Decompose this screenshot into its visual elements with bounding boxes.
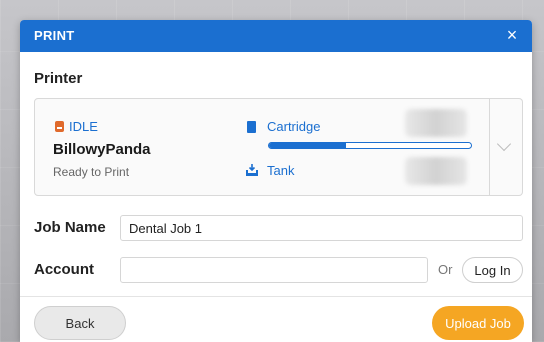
chevron-down-icon bbox=[496, 136, 512, 152]
dialog-titlebar: PRINT × bbox=[20, 20, 532, 52]
printer-status: IDLE bbox=[55, 119, 98, 134]
printer-name: BillowyPanda bbox=[53, 141, 151, 158]
cartridge-row: Cartridge bbox=[247, 119, 320, 134]
printer-subtitle: Ready to Print bbox=[53, 165, 130, 179]
cartridge-icon bbox=[247, 120, 256, 133]
cartridge-level-bar bbox=[268, 142, 472, 149]
cartridge-label: Cartridge bbox=[267, 119, 321, 134]
print-dialog: PRINT × Printer IDLE BillowyPanda Ready … bbox=[20, 20, 532, 342]
back-button[interactable]: Back bbox=[34, 306, 126, 340]
blurred-level-info bbox=[405, 109, 467, 137]
account-input[interactable] bbox=[120, 257, 428, 283]
cartridge-level-fill bbox=[269, 143, 346, 148]
dialog-title: PRINT bbox=[34, 28, 75, 43]
tank-icon bbox=[246, 164, 258, 176]
close-icon[interactable]: × bbox=[502, 25, 522, 45]
job-name-label: Job Name bbox=[34, 219, 106, 236]
account-label: Account bbox=[34, 261, 94, 278]
printer-status-text: IDLE bbox=[69, 119, 98, 134]
tank-label: Tank bbox=[267, 163, 295, 178]
or-text: Or bbox=[438, 262, 453, 277]
upload-job-button[interactable]: Upload Job bbox=[432, 306, 524, 340]
footer-divider bbox=[20, 296, 532, 297]
log-in-button[interactable]: Log In bbox=[462, 257, 523, 283]
printer-card[interactable]: IDLE BillowyPanda Ready to Print Cartrid… bbox=[34, 98, 490, 196]
printer-status-icon bbox=[55, 121, 64, 132]
job-name-input[interactable] bbox=[120, 215, 523, 241]
printer-dropdown-toggle[interactable] bbox=[490, 98, 523, 196]
blurred-level-info bbox=[405, 157, 467, 185]
tank-row: Tank bbox=[245, 163, 294, 178]
printer-heading: Printer bbox=[34, 70, 83, 87]
